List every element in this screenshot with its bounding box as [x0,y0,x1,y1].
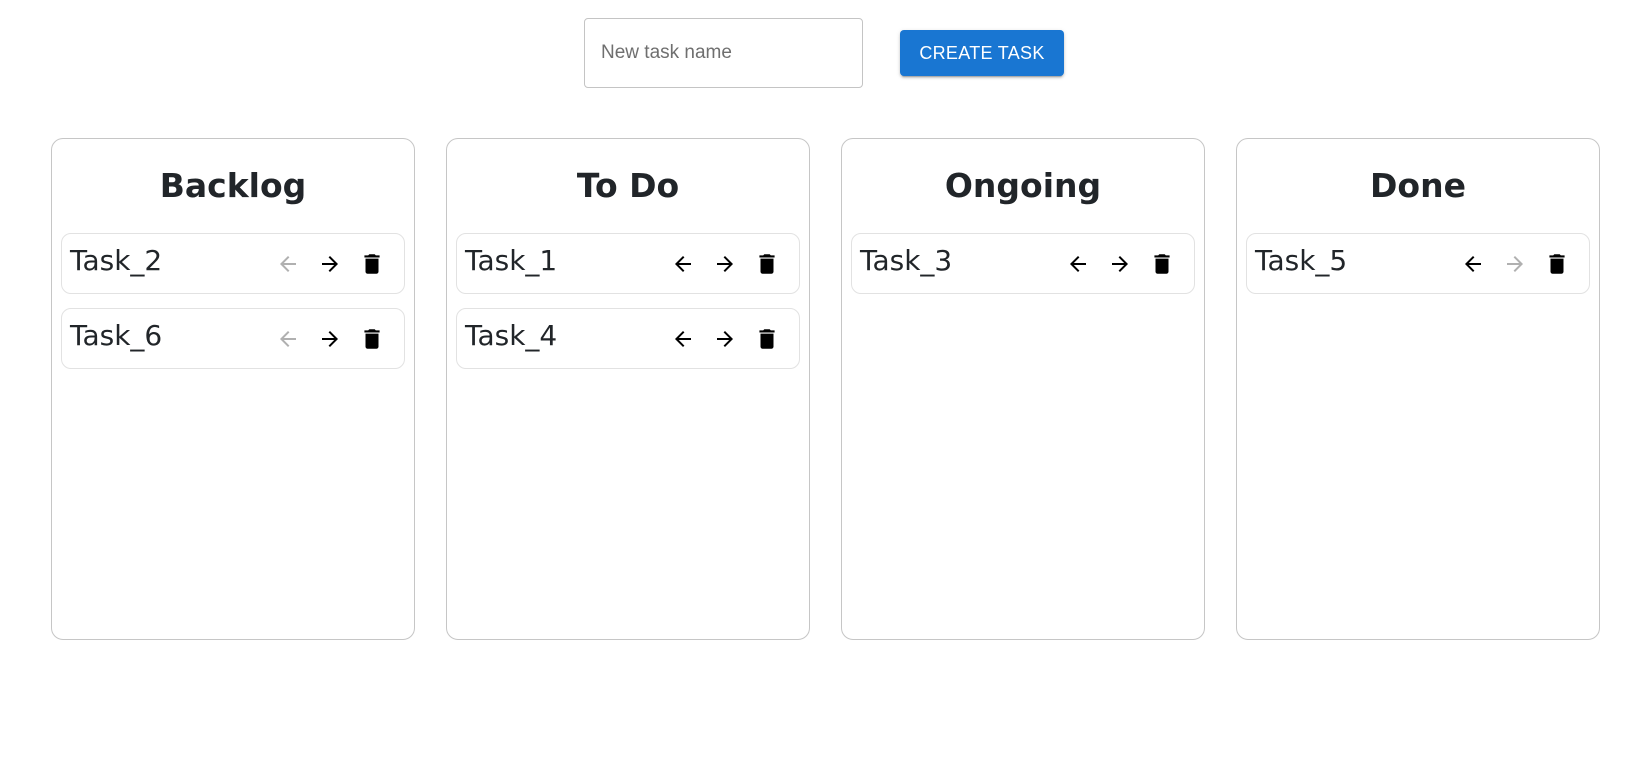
column-backlog: Backlog Task_2 Task_6 [51,138,415,640]
task-actions [668,324,782,354]
arrow-left-icon [1461,252,1485,276]
arrow-right-icon [1503,252,1527,276]
move-left-button[interactable] [273,324,303,354]
arrow-left-icon [276,327,300,351]
move-left-button[interactable] [668,324,698,354]
task-list: Task_5 [1246,233,1590,294]
column-title: To Do [576,166,680,205]
task-list: Task_2 Task_6 [61,233,405,369]
arrow-left-icon [1066,252,1090,276]
delete-task-button[interactable] [1147,249,1177,279]
task-card: Task_6 [61,308,405,369]
task-name: Task_6 [70,319,163,352]
delete-task-button[interactable] [752,249,782,279]
task-list: Task_1 Task_4 [456,233,800,369]
task-card: Task_5 [1246,233,1590,294]
move-right-button[interactable] [1105,249,1135,279]
task-card: Task_3 [851,233,1195,294]
delete-task-button[interactable] [1542,249,1572,279]
delete-task-button[interactable] [357,249,387,279]
task-card: Task_4 [456,308,800,369]
arrow-right-icon [713,327,737,351]
trash-icon [359,326,385,352]
move-left-button[interactable] [1063,249,1093,279]
move-left-button[interactable] [668,249,698,279]
arrow-right-icon [1108,252,1132,276]
task-actions [1063,249,1177,279]
move-left-button[interactable] [273,249,303,279]
task-list: Task_3 [851,233,1195,294]
task-actions [273,249,387,279]
trash-icon [1544,251,1570,277]
column-ongoing: Ongoing Task_3 [841,138,1205,640]
column-title: Backlog [159,166,307,205]
column-to-do: To Do Task_1 Task_4 [446,138,810,640]
task-card: Task_1 [456,233,800,294]
task-actions [668,249,782,279]
task-name: Task_1 [465,244,558,277]
column-title: Ongoing [944,166,1102,205]
move-right-button[interactable] [315,249,345,279]
task-card: Task_2 [61,233,405,294]
move-left-button[interactable] [1458,249,1488,279]
move-right-button[interactable] [315,324,345,354]
delete-task-button[interactable] [357,324,387,354]
create-task-button[interactable]: CREATE TASK [900,30,1064,76]
trash-icon [754,326,780,352]
task-name: Task_3 [860,244,953,277]
task-actions [273,324,387,354]
kanban-board: Backlog Task_2 Task_6 To Do Task_1 Task_4 Ongo… [51,138,1600,640]
move-right-button[interactable] [1500,249,1530,279]
create-task-bar: CREATE TASK [584,18,1064,88]
arrow-left-icon [276,252,300,276]
arrow-right-icon [318,252,342,276]
task-name: Task_5 [1255,244,1348,277]
move-right-button[interactable] [710,324,740,354]
trash-icon [754,251,780,277]
arrow-right-icon [713,252,737,276]
arrow-left-icon [671,252,695,276]
arrow-left-icon [671,327,695,351]
column-title: Done [1370,166,1466,205]
trash-icon [1149,251,1175,277]
move-right-button[interactable] [710,249,740,279]
column-done: Done Task_5 [1236,138,1600,640]
task-actions [1458,249,1572,279]
task-name: Task_2 [70,244,163,277]
delete-task-button[interactable] [752,324,782,354]
arrow-right-icon [318,327,342,351]
task-name: Task_4 [465,319,558,352]
new-task-name-input[interactable] [584,18,863,88]
trash-icon [359,251,385,277]
